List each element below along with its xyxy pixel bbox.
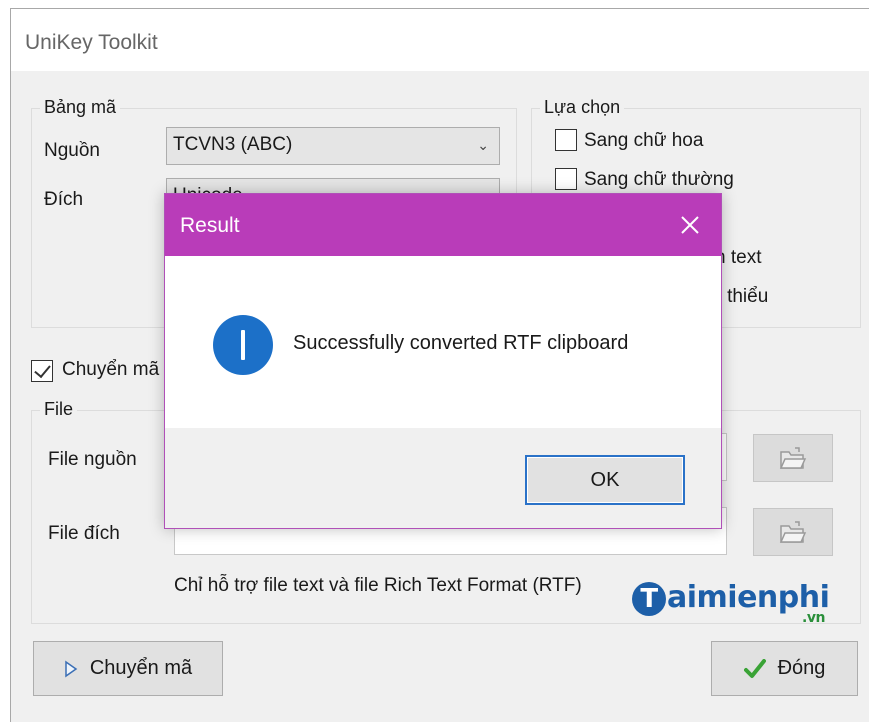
watermark-logo: Taimienphi .vn: [632, 580, 830, 626]
dialog-titlebar: Result: [165, 194, 721, 256]
window-title: UniKey Toolkit: [25, 31, 158, 54]
browse-source-button[interactable]: [753, 434, 833, 482]
play-arrow-icon: [65, 660, 78, 677]
source-label: Nguồn: [44, 140, 100, 161]
open-folder-icon: [779, 521, 807, 543]
info-icon: [213, 315, 273, 375]
source-encoding-select[interactable]: TCVN3 (ABC) ⌄: [166, 127, 500, 165]
window-titlebar: UniKey Toolkit: [11, 9, 869, 71]
checkmark-icon: [743, 658, 766, 678]
dialog-title: Result: [180, 214, 240, 237]
uppercase-checkbox[interactable]: [555, 129, 577, 151]
lua-chon-legend: Lựa chọn: [540, 97, 625, 118]
browse-dest-button[interactable]: [753, 508, 833, 556]
ok-button-label: OK: [590, 468, 620, 491]
close-button-label: Đóng: [777, 657, 826, 679]
file-legend: File: [40, 399, 78, 420]
close-button[interactable]: Đóng: [711, 641, 858, 696]
open-folder-icon: [779, 447, 807, 469]
dialog-message: Successfully converted RTF clipboard: [293, 332, 629, 354]
dialog-close-button[interactable]: [659, 194, 721, 256]
convert-button[interactable]: Chuyển mã: [33, 641, 223, 696]
file-source-label: File nguồn: [48, 449, 137, 470]
lowercase-checkbox[interactable]: [555, 168, 577, 190]
ok-button[interactable]: OK: [525, 455, 685, 505]
uppercase-label: Sang chữ hoa: [584, 130, 704, 151]
watermark-logo-mark: T: [632, 581, 666, 616]
close-icon: [681, 216, 699, 234]
dialog-body: Successfully converted RTF clipboard: [165, 256, 721, 428]
clipboard-convert-checkbox[interactable]: [31, 360, 53, 382]
dialog-footer: OK: [165, 428, 721, 528]
chevron-down-icon: ⌄: [477, 137, 489, 153]
watermark-suffix: .vn: [802, 610, 825, 626]
source-encoding-value: TCVN3 (ABC): [173, 134, 293, 155]
bang-ma-legend: Bảng mã: [40, 97, 121, 118]
convert-button-label: Chuyển mã: [89, 657, 193, 679]
file-dest-label: File đích: [48, 523, 120, 544]
dest-label: Đích: [44, 189, 84, 210]
result-dialog: Result Successfully converted RTF clipbo…: [164, 193, 722, 529]
file-format-note: Chỉ hỗ trợ file text và file Rich Text F…: [174, 575, 582, 596]
lowercase-label: Sang chữ thường: [584, 169, 734, 190]
clipboard-convert-label: Chuyển mã: [62, 359, 160, 380]
